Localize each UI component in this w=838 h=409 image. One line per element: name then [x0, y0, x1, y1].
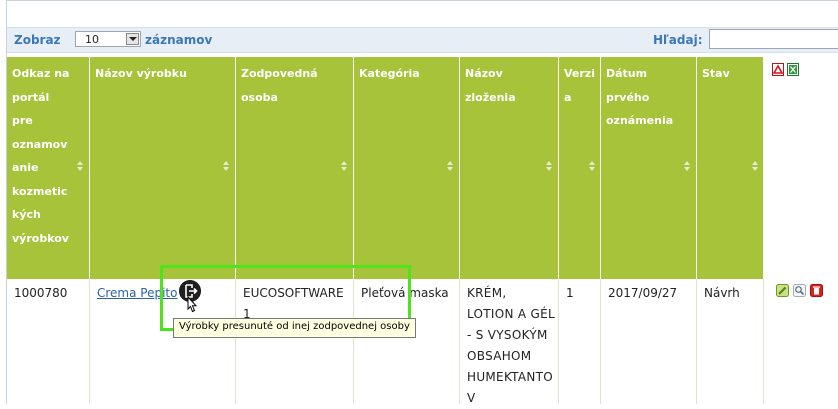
column-header-label: Názov zloženia — [465, 67, 516, 104]
moved-tooltip: Výrobky presunuté od inej zodpovednej os… — [173, 318, 416, 338]
column-header-category[interactable]: Kategória — [354, 57, 460, 279]
mouse-cursor-icon — [187, 296, 198, 313]
pdf-export-icon[interactable] — [772, 63, 784, 76]
column-header-responsible[interactable]: Zodpovedná osoba — [236, 57, 354, 279]
search-input[interactable] — [709, 29, 838, 49]
table-panel: Zobraz 10 záznamov Hľadaj: Odkaz na port… — [6, 0, 838, 405]
portal-id-cell: 1000780 — [7, 279, 90, 404]
column-header-actions — [764, 57, 838, 279]
column-header-label: Názov výrobku — [95, 67, 187, 80]
sort-icon — [589, 161, 596, 172]
column-header-portal[interactable]: Odkaz na portál pre oznamov anie kozmeti… — [7, 57, 90, 279]
page-length-value: 10 — [85, 33, 99, 46]
column-header-version[interactable]: Verzi a — [559, 57, 601, 279]
column-header-product-name[interactable]: Názov výrobku — [90, 57, 236, 279]
column-header-date[interactable]: Dátum prvého oznámenia — [601, 57, 697, 279]
date-cell: 2017/09/27 — [601, 279, 697, 404]
formulation-cell: KRÉM, LOTION A GÉL - S VYSOKÝM OBSAHOM H… — [460, 279, 559, 405]
actions-cell — [764, 279, 838, 404]
column-header-label: Zodpovedná osoba — [241, 67, 318, 104]
chevron-down-icon[interactable] — [126, 33, 139, 45]
sort-icon — [77, 161, 84, 172]
table-header: Odkaz na portál pre oznamov anie kozmeti… — [7, 57, 838, 279]
sort-icon — [752, 161, 759, 172]
column-header-formulation[interactable]: Názov zloženia — [460, 57, 559, 279]
column-header-label: Odkaz na portál pre oznamov anie kozmeti… — [12, 67, 70, 245]
edit-icon[interactable] — [776, 284, 789, 297]
table-toolbar: Zobraz 10 záznamov Hľadaj: — [7, 27, 838, 53]
sort-icon — [447, 161, 454, 172]
column-header-status[interactable]: Stav — [697, 57, 764, 279]
table-row: 1000780 Crema Pepito EUCOSOFTWARE 1 Pleť… — [7, 279, 838, 405]
column-header-label: Kategória — [359, 67, 420, 80]
status-cell: Návrh — [697, 279, 764, 404]
excel-export-icon[interactable] — [787, 63, 799, 76]
delete-icon[interactable] — [810, 284, 823, 297]
version-cell: 1 — [559, 279, 601, 404]
view-icon[interactable] — [793, 284, 806, 297]
search-label: Hľadaj: — [653, 33, 703, 47]
column-header-label: Stav — [702, 67, 730, 80]
sort-icon — [223, 161, 230, 172]
sort-icon — [546, 161, 553, 172]
sort-icon — [341, 161, 348, 172]
sort-icon — [684, 161, 691, 172]
column-header-label: Verzi a — [564, 67, 595, 104]
page-length-select[interactable]: 10 — [75, 31, 141, 47]
column-header-label: Dátum prvého oznámenia — [606, 67, 674, 127]
show-label: Zobraz — [14, 33, 61, 47]
records-label: záznamov — [145, 33, 213, 47]
